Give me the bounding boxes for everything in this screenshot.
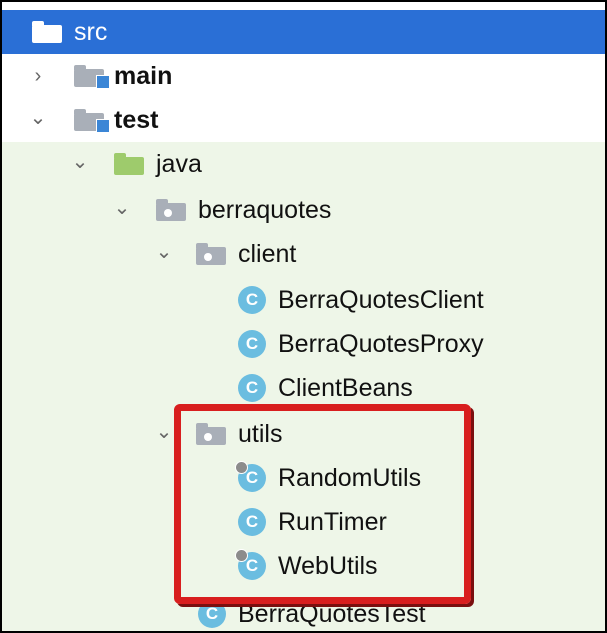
tree-item-label: src xyxy=(74,17,108,46)
chevron-right-icon[interactable]: › xyxy=(26,64,50,88)
chevron-down-icon[interactable]: ⌄ xyxy=(110,196,134,220)
tree-item-label: BerraQuotesProxy xyxy=(278,329,484,358)
tree-item-java[interactable]: ⌄ java xyxy=(2,142,605,186)
tree-item-test[interactable]: ⌄ test xyxy=(2,98,605,142)
tree-item-berraquotes[interactable]: ⌄ berraquotes xyxy=(2,188,605,232)
chevron-down-icon[interactable]: ⌄ xyxy=(152,240,176,264)
project-tree-panel: src › main ⌄ test ⌄ java ⌄ berraquotes ⌄ xyxy=(0,0,607,633)
java-class-icon: C xyxy=(238,374,266,402)
module-folder-icon xyxy=(74,109,110,133)
folder-icon xyxy=(32,21,62,43)
tree-item-src[interactable]: src xyxy=(2,10,605,54)
source-folder-icon xyxy=(114,153,144,175)
tree-item-label: ClientBeans xyxy=(278,373,413,402)
chevron-down-icon[interactable]: ⌄ xyxy=(26,106,50,130)
tree-item-berraquotesclient[interactable]: C BerraQuotesClient xyxy=(2,278,605,322)
tree-item-label: berraquotes xyxy=(198,195,332,224)
package-icon xyxy=(196,243,226,265)
tree-item-label: java xyxy=(156,149,202,178)
package-icon xyxy=(156,199,186,221)
tree-item-label: client xyxy=(238,239,297,268)
tree-item-label: BerraQuotesClient xyxy=(278,285,484,314)
tree-item-label: main xyxy=(114,61,173,90)
java-class-icon: C xyxy=(198,600,226,628)
chevron-down-icon[interactable]: ⌄ xyxy=(152,420,176,444)
tree-item-client[interactable]: ⌄ client xyxy=(2,232,605,276)
chevron-down-icon[interactable]: ⌄ xyxy=(68,150,92,174)
module-folder-icon xyxy=(74,65,110,89)
highlight-box xyxy=(174,404,471,604)
java-class-icon: C xyxy=(238,286,266,314)
tree-item-label: test xyxy=(114,105,159,134)
java-class-icon: C xyxy=(238,330,266,358)
tree-item-berraquotesproxy[interactable]: C BerraQuotesProxy xyxy=(2,322,605,366)
tree-item-main[interactable]: › main xyxy=(2,54,605,98)
